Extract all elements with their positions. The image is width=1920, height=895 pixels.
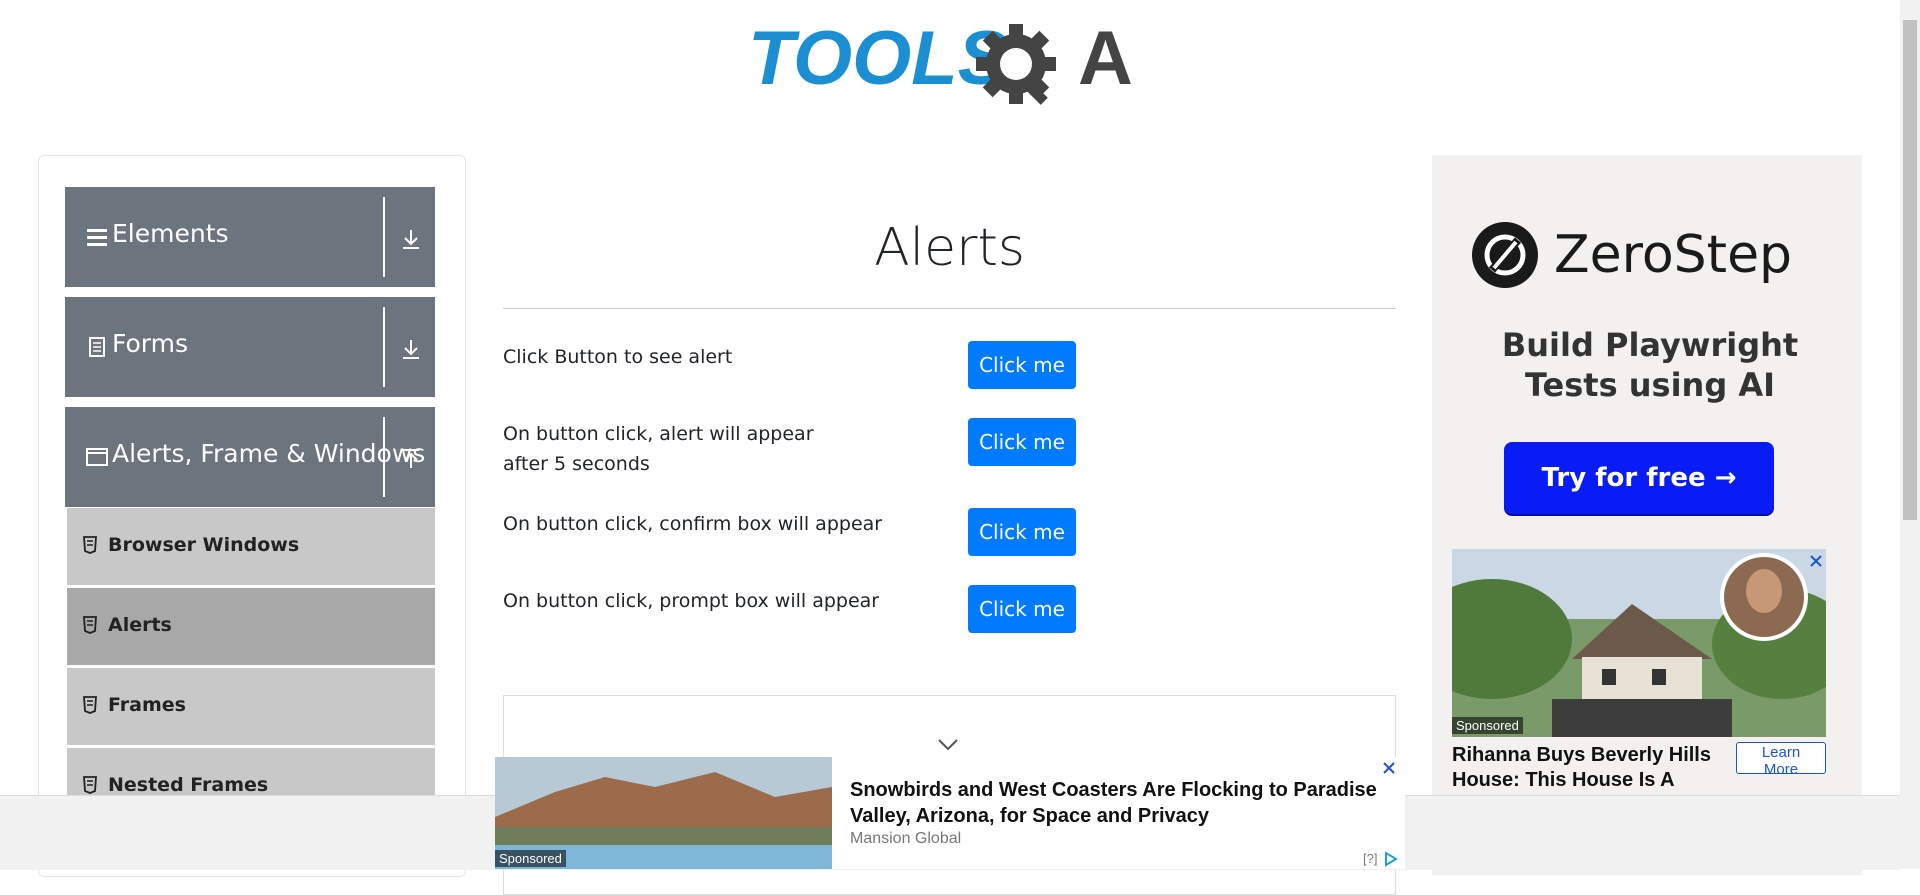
left-sidebar: Elements Forms Alerts, Frame & Windows B… bbox=[38, 155, 466, 877]
download-icon[interactable] bbox=[399, 337, 423, 361]
sidebar-group-alerts-frame-windows[interactable]: Alerts, Frame & Windows bbox=[65, 407, 435, 507]
right-advertisement[interactable]: ZeroStep Build Playwright Tests using AI… bbox=[1432, 155, 1862, 875]
download-icon[interactable] bbox=[399, 227, 423, 251]
sidebar-item-label: Alerts bbox=[108, 614, 172, 636]
sidebar-group-label: Forms bbox=[112, 329, 189, 358]
learn-more-button[interactable]: Learn More bbox=[1736, 742, 1826, 778]
zerostep-logo-icon bbox=[1472, 222, 1538, 288]
sponsored-tag: Sponsored bbox=[1452, 717, 1523, 734]
timer-alert-button[interactable]: Click me bbox=[968, 418, 1076, 466]
house-photo bbox=[1452, 549, 1826, 737]
title-divider bbox=[503, 308, 1396, 309]
confirm-button[interactable]: Click me bbox=[968, 508, 1076, 556]
ad-source: Mansion Global bbox=[850, 830, 962, 847]
alert-row-label: Click Button to see alert bbox=[503, 346, 733, 368]
document-icon bbox=[89, 337, 105, 357]
ad-image-house[interactable]: Sponsored bbox=[1452, 549, 1826, 737]
try-for-free-button[interactable]: Try for free → bbox=[1504, 442, 1774, 514]
html5-icon bbox=[83, 536, 97, 554]
html5-icon bbox=[83, 776, 97, 794]
prompt-button[interactable]: Click me bbox=[968, 585, 1076, 633]
page-title: Alerts bbox=[874, 218, 1025, 278]
timer-alert-row-label: On button click, alert will appear after… bbox=[503, 423, 814, 475]
ad-headline[interactable]: Rihanna Buys Beverly Hills House: This H… bbox=[1452, 743, 1722, 793]
ad-image-desert[interactable]: Sponsored bbox=[495, 757, 832, 869]
chevron-down-icon[interactable] bbox=[937, 738, 959, 752]
window-icon bbox=[86, 448, 108, 466]
html5-icon bbox=[83, 616, 97, 634]
logo-text-tools: TOOLS bbox=[748, 18, 1008, 101]
sidebar-group-elements[interactable]: Elements bbox=[65, 187, 435, 287]
sponsored-tag: Sponsored bbox=[495, 850, 566, 867]
sidebar-item-browser-windows[interactable]: Browser Windows bbox=[67, 507, 435, 585]
sidebar-item-frames[interactable]: Frames bbox=[67, 667, 435, 745]
ad-headline[interactable]: Snowbirds and West Coasters Are Flocking… bbox=[850, 777, 1390, 829]
ad-choices-label[interactable]: [?] bbox=[1363, 851, 1377, 866]
ad-tagline: Build Playwright Tests using AI bbox=[1501, 326, 1799, 404]
scrollbar-thumb[interactable] bbox=[1903, 20, 1917, 520]
sidebar-item-label: Nested Frames bbox=[108, 774, 269, 796]
sidebar-group-label: Elements bbox=[112, 219, 229, 248]
upload-icon[interactable] bbox=[399, 447, 423, 471]
ad-brand-name: ZeroStep bbox=[1554, 225, 1793, 285]
sidebar-group-forms[interactable]: Forms bbox=[65, 297, 435, 397]
confirm-row-label: On button click, confirm box will appear bbox=[503, 513, 883, 535]
alert-button[interactable]: Click me bbox=[968, 341, 1076, 389]
toolsqa-logo[interactable]: TOOLS A bbox=[748, 18, 1154, 114]
prompt-row-label: On button click, prompt box will appear bbox=[503, 590, 880, 612]
page-scrollbar[interactable] bbox=[1900, 0, 1920, 869]
close-icon[interactable] bbox=[1808, 553, 1824, 569]
sidebar-item-label: Frames bbox=[108, 694, 186, 716]
sidebar-item-alerts[interactable]: Alerts bbox=[67, 587, 435, 665]
close-icon[interactable] bbox=[1381, 760, 1397, 776]
adchoices-icon[interactable] bbox=[1383, 851, 1399, 867]
hamburger-icon bbox=[87, 229, 107, 246]
html5-icon bbox=[83, 696, 97, 714]
logo-text-a: A bbox=[1078, 18, 1133, 101]
divider bbox=[383, 197, 385, 277]
bottom-advertisement[interactable]: Sponsored Snowbirds and West Coasters Ar… bbox=[495, 757, 1405, 869]
divider bbox=[383, 417, 385, 497]
sidebar-item-label: Browser Windows bbox=[108, 534, 300, 556]
divider bbox=[383, 307, 385, 387]
sidebar-group-label: Alerts, Frame & Windows bbox=[112, 439, 426, 468]
